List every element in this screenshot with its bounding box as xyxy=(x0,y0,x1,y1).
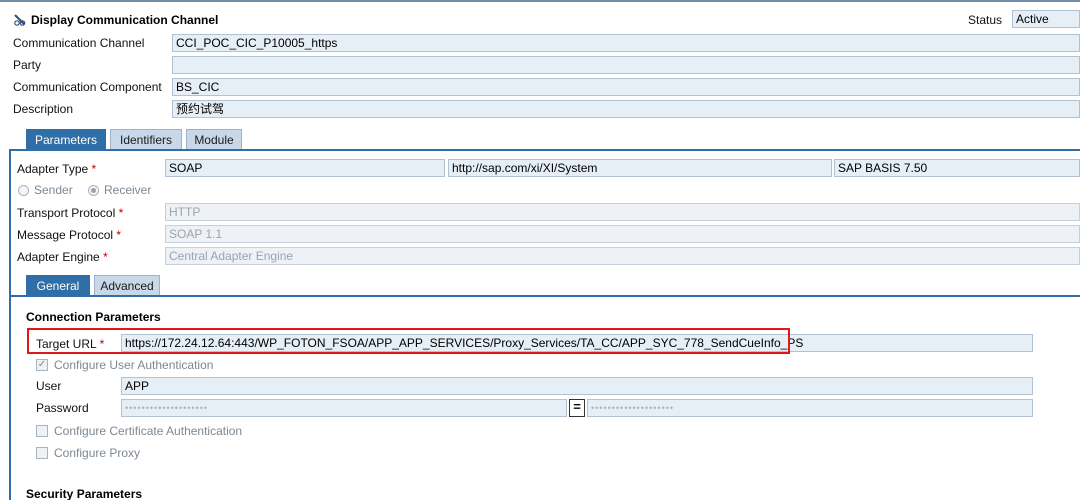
tab-module[interactable]: Module xyxy=(186,129,242,150)
party-field[interactable] xyxy=(172,56,1080,74)
sender-radio[interactable] xyxy=(18,185,29,196)
page-title: Display Communication Channel xyxy=(31,13,219,27)
adapter-type-field[interactable]: SOAP xyxy=(165,159,445,177)
description-label: Description xyxy=(13,102,74,116)
password-confirm-field[interactable]: •••••••••••••••••••• xyxy=(587,399,1033,417)
adapter-namespace-field[interactable]: http://sap.com/xi/XI/System xyxy=(448,159,832,177)
tab-advanced[interactable]: Advanced xyxy=(94,275,160,296)
message-protocol-label: Message Protocol * xyxy=(17,228,122,242)
communication-channel-field[interactable]: CCI_POC_CIC_P10005_https xyxy=(172,34,1080,52)
configure-cert-auth-label: Configure Certificate Authentication xyxy=(54,424,243,438)
communication-component-label: Communication Component xyxy=(13,80,162,94)
transport-protocol-label: Transport Protocol * xyxy=(17,206,124,220)
sender-label: Sender xyxy=(34,183,73,197)
pencil-glasses-icon xyxy=(14,14,26,26)
section-left-border xyxy=(9,149,11,500)
user-field[interactable]: APP xyxy=(121,377,1033,395)
target-url-highlight xyxy=(27,328,790,354)
message-protocol-field[interactable]: SOAP 1.1 xyxy=(165,225,1080,243)
password-field[interactable]: •••••••••••••••••••• xyxy=(121,399,567,417)
status-label: Status xyxy=(968,13,1003,27)
subtab-underline xyxy=(9,295,1080,297)
receiver-label: Receiver xyxy=(104,183,152,197)
adapter-engine-field[interactable]: Central Adapter Engine xyxy=(165,247,1080,265)
receiver-radio[interactable] xyxy=(88,185,99,196)
transport-protocol-field[interactable]: HTTP xyxy=(165,203,1080,221)
communication-component-field[interactable]: BS_CIC xyxy=(172,78,1080,96)
adapter-swcv-field[interactable]: SAP BASIS 7.50 xyxy=(834,159,1080,177)
user-label: User xyxy=(36,379,62,393)
tab-identifiers[interactable]: Identifiers xyxy=(110,129,182,150)
adapter-engine-label: Adapter Engine * xyxy=(17,250,108,264)
tab-parameters[interactable]: Parameters xyxy=(26,129,106,150)
security-parameters-heading: Security Parameters xyxy=(26,487,143,500)
communication-channel-label: Communication Channel xyxy=(13,36,145,50)
tab-general[interactable]: General xyxy=(26,275,90,296)
top-border xyxy=(0,0,1080,2)
adapter-type-label: Adapter Type * xyxy=(17,162,97,176)
tab-underline xyxy=(9,149,1080,151)
party-label: Party xyxy=(13,58,42,72)
description-field[interactable]: 预约试驾 xyxy=(172,100,1080,118)
configure-user-auth-checkbox[interactable]: ✓ xyxy=(36,359,48,371)
equals-icon: = xyxy=(569,399,585,417)
configure-cert-auth-checkbox[interactable] xyxy=(36,425,48,437)
connection-parameters-heading: Connection Parameters xyxy=(26,310,161,324)
status-field[interactable]: Active xyxy=(1012,10,1080,28)
configure-proxy-label: Configure Proxy xyxy=(54,446,141,460)
password-label: Password xyxy=(36,401,89,415)
configure-proxy-checkbox[interactable] xyxy=(36,447,48,459)
configure-user-auth-label: Configure User Authentication xyxy=(54,358,214,372)
